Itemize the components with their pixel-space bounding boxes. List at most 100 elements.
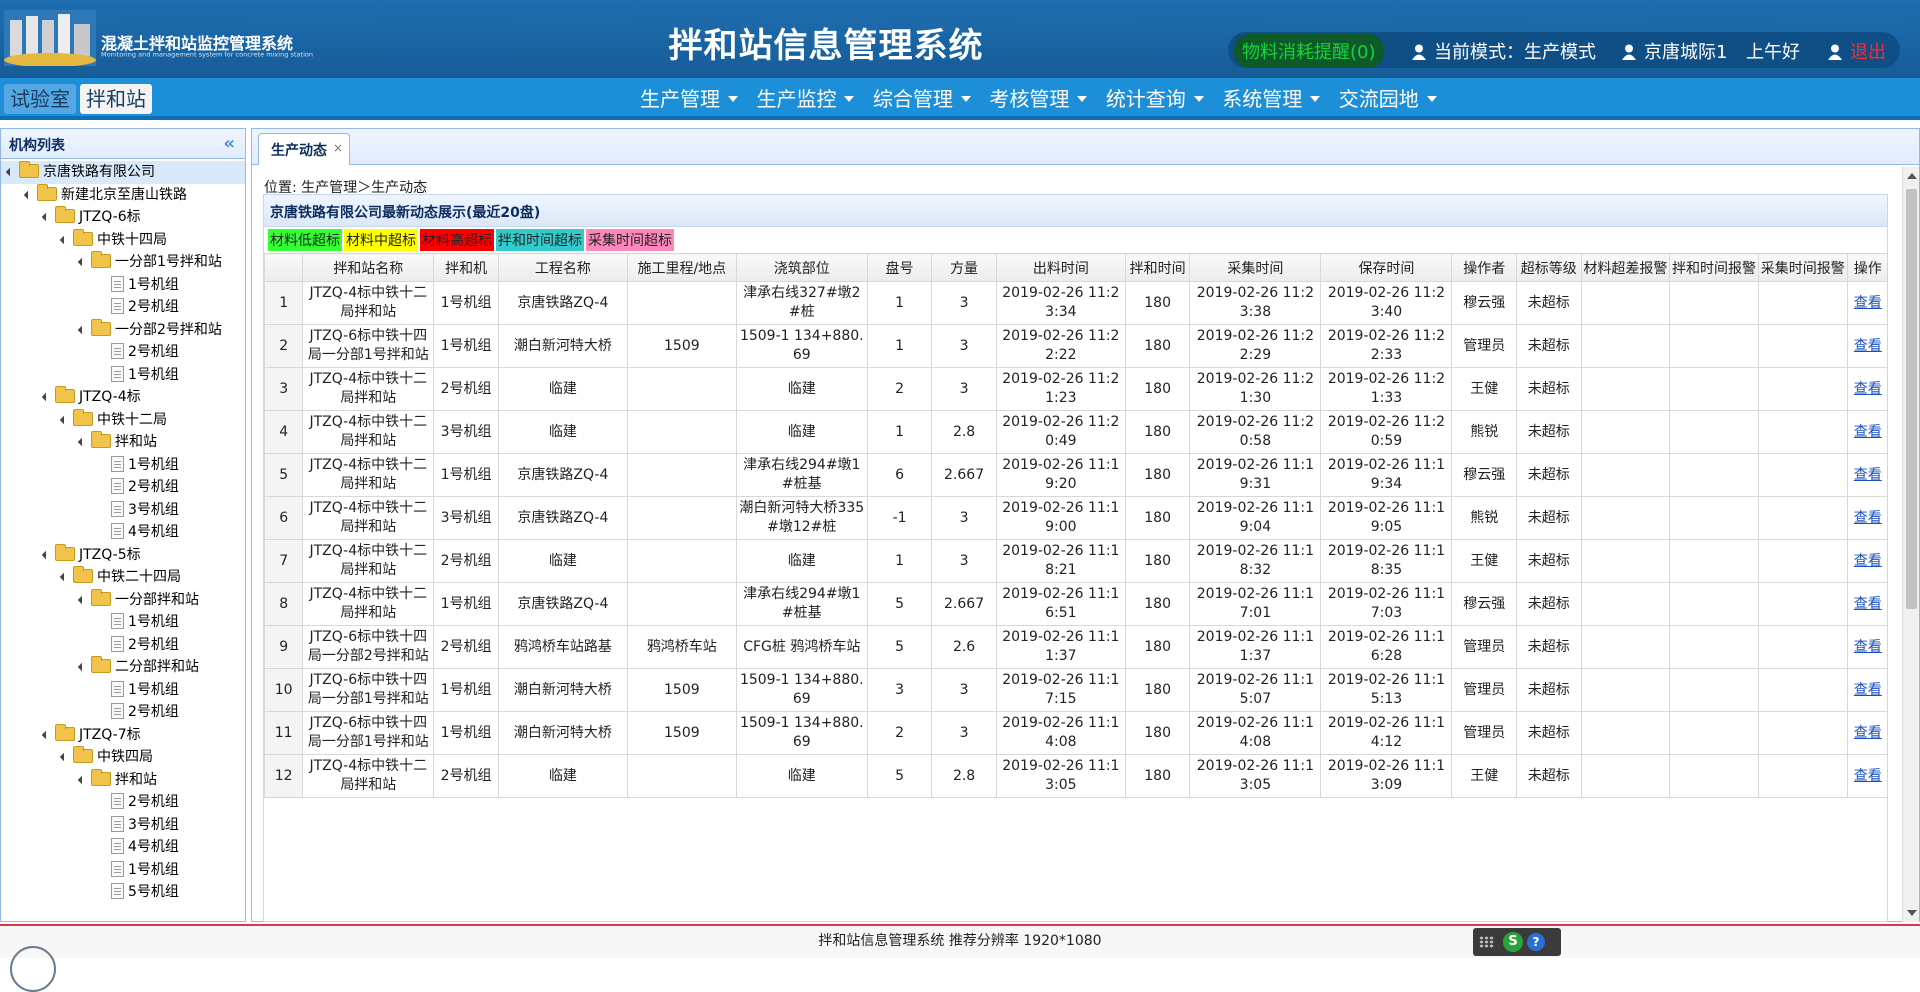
tree-node[interactable]: 5号机组 (1, 881, 245, 904)
tree-node[interactable]: 京唐铁路有限公司 (1, 161, 245, 184)
tree-node[interactable]: 一分部1号拌和站 (1, 251, 245, 274)
table-row[interactable]: 5 JTZQ-4标中铁十二局拌和站 1号机组 京唐铁路ZQ-4 津承右线294#墩1#桩… (264, 453, 1887, 497)
menu-assessment-management[interactable]: 考核管理 (989, 83, 1088, 112)
menu-general-management[interactable]: 综合管理 (873, 83, 971, 112)
tree-node[interactable]: 1号机组 (1, 364, 245, 387)
view-link[interactable]: 查看 (1854, 682, 1882, 698)
column-header[interactable]: 浇筑部位 (735, 253, 868, 282)
table-row[interactable]: 10 JTZQ-6标中铁十四局一分部1号拌和站 1号机组 潮白新河特大桥 1509 150… (264, 668, 1887, 712)
tree-node[interactable]: 2号机组 (1, 296, 245, 319)
tree-node[interactable]: 2号机组 (1, 476, 245, 499)
tree-node[interactable]: 2号机组 (1, 341, 245, 364)
column-header[interactable]: 操作者 (1451, 253, 1517, 282)
column-header[interactable]: 拌和时间报警 (1669, 253, 1759, 282)
tab-mixing-station[interactable]: 拌和站 (80, 84, 152, 114)
expand-triangle-icon[interactable] (41, 392, 51, 402)
expand-triangle-icon[interactable] (77, 595, 87, 604)
column-header[interactable]: 拌和时间 (1124, 253, 1191, 282)
tree-node[interactable]: 拌和站 (1, 431, 245, 454)
view-link[interactable]: 查看 (1854, 510, 1882, 526)
table-row[interactable]: 4 JTZQ-4标中铁十二局拌和站 3号机组 临建 临建 1 2.8 2019-02-26 1… (264, 410, 1887, 454)
column-header[interactable]: 超标等级 (1515, 253, 1582, 282)
grip-icon[interactable] (1479, 936, 1495, 948)
tree-node[interactable]: 3号机组 (1, 499, 245, 522)
expand-triangle-icon[interactable] (41, 550, 51, 559)
table-row[interactable]: 9 JTZQ-6标中铁十四局一分部2号拌和站 2号机组 鸦鸿桥车站路基 鸦鸿桥车站 CFG… (264, 625, 1887, 669)
table-row[interactable]: 12 JTZQ-4标中铁十二局拌和站 2号机组 临建 临建 5 2.8 2019-02-26 … (264, 754, 1887, 798)
view-link[interactable]: 查看 (1854, 295, 1882, 311)
view-link[interactable]: 查看 (1854, 596, 1882, 612)
expand-triangle-icon[interactable] (77, 257, 87, 267)
view-link[interactable]: 查看 (1854, 338, 1882, 354)
tree-node[interactable]: 2号机组 (1, 791, 245, 814)
tree-node[interactable]: 2号机组 (1, 634, 245, 657)
scroll-thumb[interactable] (1906, 189, 1917, 609)
expand-triangle-icon[interactable] (41, 730, 51, 739)
material-alert-link[interactable]: 物料消耗提醒(0) (1234, 34, 1384, 68)
expand-triangle-icon[interactable] (77, 437, 87, 447)
table-row[interactable]: 1 JTZQ-4标中铁十二局拌和站 1号机组 京唐铁路ZQ-4 津承右线327#墩2#桩… (264, 281, 1887, 325)
tab-laboratory[interactable]: 试验室 (4, 84, 76, 114)
tree-node[interactable]: 二分部拌和站 (1, 656, 245, 679)
column-header[interactable]: 操作 (1846, 253, 1887, 282)
tree-node[interactable]: 3号机组 (1, 814, 245, 837)
view-link[interactable]: 查看 (1854, 768, 1882, 784)
scroll-up-icon[interactable] (1907, 173, 1917, 179)
table-row[interactable]: 6 JTZQ-4标中铁十二局拌和站 3号机组 京唐铁路ZQ-4 潮白新河特大桥335#墩… (264, 496, 1887, 540)
expand-triangle-icon[interactable] (59, 415, 69, 424)
tree-node[interactable]: JTZQ-5标 (1, 543, 245, 567)
expand-triangle-icon[interactable] (41, 212, 51, 222)
expand-triangle-icon[interactable] (23, 190, 33, 199)
column-header[interactable]: 拌和机 (433, 253, 499, 282)
corner-widget-icon[interactable] (10, 946, 56, 992)
column-header[interactable]: 施工里程/地点 (626, 253, 737, 282)
column-header[interactable]: 拌和站名称 (302, 253, 435, 282)
expand-triangle-icon[interactable] (77, 325, 87, 334)
column-header[interactable]: 采集时间 (1189, 253, 1322, 282)
tree-node[interactable]: 中铁十四局 (1, 228, 245, 252)
tab-production-dynamics[interactable]: 生产动态 × (258, 133, 350, 165)
view-link[interactable]: 查看 (1854, 381, 1882, 397)
tree-node[interactable]: 4号机组 (1, 836, 245, 859)
view-link[interactable]: 查看 (1854, 467, 1882, 483)
sogou-icon[interactable]: S (1503, 932, 1523, 952)
expand-triangle-icon[interactable] (77, 775, 87, 784)
view-link[interactable]: 查看 (1854, 424, 1882, 440)
tree-node[interactable]: 中铁二十四局 (1, 566, 245, 589)
close-icon[interactable]: × (333, 141, 343, 155)
expand-triangle-icon[interactable] (5, 167, 15, 177)
tree-node[interactable]: 一分部2号拌和站 (1, 318, 245, 342)
tree-node[interactable]: 1号机组 (1, 454, 245, 477)
tree-node[interactable]: 新建北京至唐山铁路 (1, 183, 245, 207)
table-row[interactable]: 3 JTZQ-4标中铁十二局拌和站 2号机组 临建 临建 2 3 2019-02-26 11:… (264, 367, 1887, 411)
tree-node[interactable]: 2号机组 (1, 701, 245, 724)
menu-system-management[interactable]: 系统管理 (1222, 83, 1321, 112)
scroll-down-icon[interactable] (1907, 910, 1917, 916)
tree-node[interactable]: 1号机组 (1, 611, 245, 634)
column-header[interactable]: 出料时间 (995, 253, 1126, 282)
expand-triangle-icon[interactable] (59, 752, 69, 762)
table-row[interactable]: 2 JTZQ-6标中铁十四局一分部1号拌和站 1号机组 潮白新河特大桥 1509 1509… (264, 324, 1887, 368)
table-row[interactable]: 11 JTZQ-6标中铁十四局一分部1号拌和站 1号机组 潮白新河特大桥 1509 150… (264, 711, 1887, 755)
column-header[interactable]: 材料超差报警 (1580, 253, 1671, 282)
column-header[interactable]: 盘号 (866, 253, 933, 282)
tree-node[interactable]: 1号机组 (1, 859, 245, 882)
column-header[interactable]: 方量 (931, 253, 997, 282)
tree-node[interactable]: 中铁四局 (1, 746, 245, 769)
menu-production-monitoring[interactable]: 生产监控 (756, 83, 855, 112)
help-icon[interactable]: ? (1527, 933, 1545, 951)
column-header[interactable]: 保存时间 (1320, 253, 1453, 282)
view-link[interactable]: 查看 (1854, 639, 1882, 655)
vertical-scrollbar[interactable] (1902, 167, 1919, 922)
column-header[interactable] (264, 253, 304, 282)
tree-node[interactable]: 拌和站 (1, 768, 245, 792)
table-row[interactable]: 7 JTZQ-4标中铁十二局拌和站 2号机组 临建 临建 1 3 2019-02-26 11:… (264, 539, 1887, 583)
logout-link[interactable]: 退出 (1850, 42, 1886, 63)
menu-forum[interactable]: 交流园地 (1339, 83, 1437, 112)
menu-production-management[interactable]: 生产管理 (640, 83, 738, 112)
menu-statistics-query[interactable]: 统计查询 (1106, 83, 1204, 112)
expand-triangle-icon[interactable] (59, 235, 69, 244)
table-row[interactable]: 8 JTZQ-4标中铁十二局拌和站 1号机组 京唐铁路ZQ-4 津承右线294#墩1#桩… (264, 582, 1887, 626)
column-header[interactable]: 工程名称 (497, 253, 628, 282)
tree-node[interactable]: 4号机组 (1, 521, 245, 544)
